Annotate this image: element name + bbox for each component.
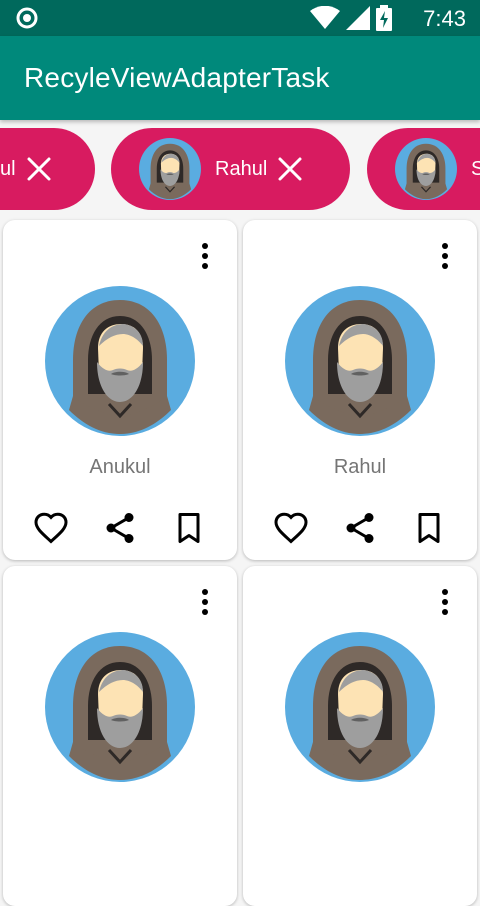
chip-item[interactable]: Rahul bbox=[111, 128, 350, 210]
ring-icon bbox=[16, 7, 38, 29]
share-icon[interactable] bbox=[102, 510, 138, 546]
card-actions bbox=[3, 510, 237, 546]
close-icon[interactable] bbox=[26, 156, 52, 182]
more-vert-icon[interactable] bbox=[437, 588, 453, 616]
status-bar: 7:43 bbox=[0, 0, 480, 36]
user-name: Rahul bbox=[333, 456, 387, 478]
chip-label: S bbox=[471, 157, 480, 180]
wifi-icon bbox=[310, 6, 340, 29]
share-icon[interactable] bbox=[342, 510, 378, 546]
app-bar: RecyleViewAdapterTask bbox=[0, 36, 480, 120]
bookmark-icon[interactable] bbox=[171, 510, 207, 546]
chip-item[interactable]: S bbox=[367, 128, 480, 210]
hooded-avatar-icon bbox=[45, 632, 195, 782]
status-icons bbox=[310, 5, 392, 31]
more-vert-icon[interactable] bbox=[197, 588, 213, 616]
more-vert-icon[interactable] bbox=[197, 242, 213, 270]
card-actions bbox=[243, 510, 477, 546]
user-card[interactable]: Anukul bbox=[3, 220, 237, 560]
more-vert-icon[interactable] bbox=[437, 242, 453, 270]
user-card[interactable] bbox=[243, 566, 477, 906]
user-card[interactable]: Rahul bbox=[243, 220, 477, 560]
chip-label: ul bbox=[0, 157, 16, 180]
hooded-avatar-icon bbox=[45, 286, 195, 436]
signal-icon bbox=[346, 6, 370, 30]
battery-charging-icon bbox=[376, 5, 392, 31]
hooded-avatar-icon bbox=[395, 138, 457, 200]
chip-item[interactable]: ul bbox=[0, 128, 95, 210]
close-icon[interactable] bbox=[277, 156, 303, 182]
chip-list[interactable]: ul Rahul S bbox=[0, 122, 480, 218]
card-grid[interactable]: Anukul Rahul bbox=[0, 218, 480, 906]
hooded-avatar-icon bbox=[285, 286, 435, 436]
heart-icon[interactable] bbox=[273, 510, 309, 546]
chip-label: Rahul bbox=[215, 157, 268, 180]
app-title: RecyleViewAdapterTask bbox=[24, 62, 330, 93]
user-name: Anukul bbox=[89, 456, 151, 478]
bookmark-icon[interactable] bbox=[411, 510, 447, 546]
heart-icon[interactable] bbox=[33, 510, 69, 546]
user-card[interactable] bbox=[3, 566, 237, 906]
status-time: 7:43 bbox=[423, 6, 466, 31]
hooded-avatar-icon bbox=[139, 138, 201, 200]
hooded-avatar-icon bbox=[285, 632, 435, 782]
